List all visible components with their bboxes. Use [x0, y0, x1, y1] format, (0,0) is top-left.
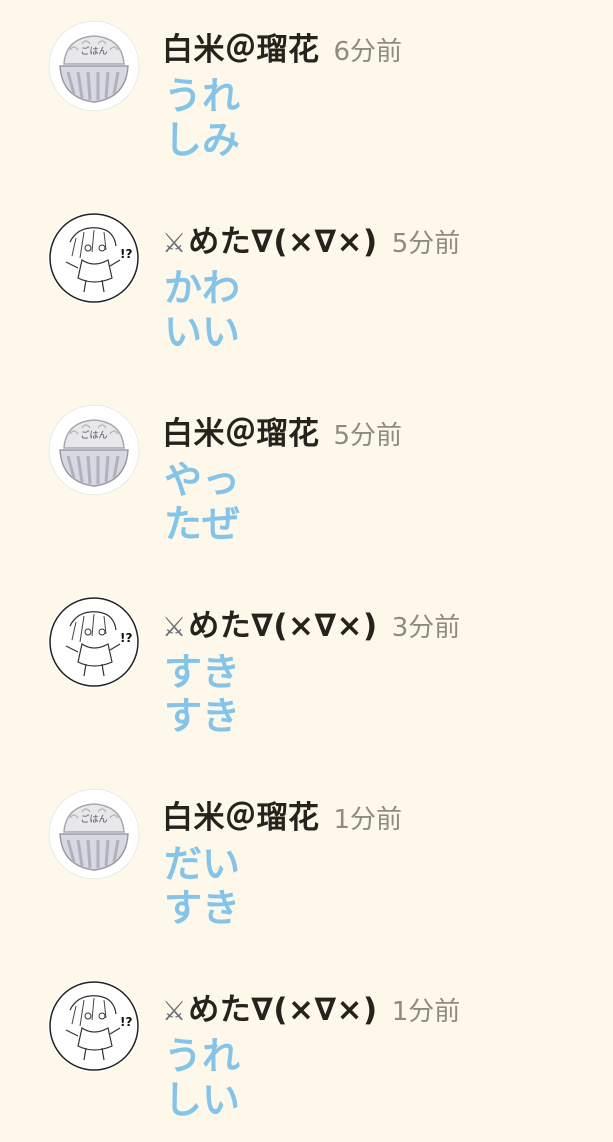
sketch-character-icon: !? — [49, 213, 139, 303]
username[interactable]: 白米＠瑠花 — [162, 800, 320, 836]
svg-text:ごはん: ごはん — [80, 429, 107, 441]
meta-sketch-avatar[interactable]: !? — [48, 596, 140, 688]
comment-text: すきすき — [164, 650, 241, 738]
comment-item: ごはん 白米＠瑠花 6分前 うれしみ — [0, 0, 613, 162]
meta-sketch-avatar[interactable]: !? — [48, 212, 140, 304]
comment-item: !? ⚔めた∇(×∇×) 3分前 すきすき — [0, 576, 613, 738]
comment-item: !? ⚔めた∇(×∇×) 1分前 うれしい — [0, 960, 613, 1122]
sketch-character-icon: !? — [49, 981, 139, 1071]
rice-bowl-avatar[interactable]: ごはん — [48, 20, 140, 112]
svg-text:ごはん: ごはん — [80, 45, 107, 57]
sketch-character-icon: !? — [49, 597, 139, 687]
username[interactable]: 白米＠瑠花 — [162, 416, 320, 452]
comment-text: だいすき — [164, 842, 241, 930]
svg-text:!?: !? — [120, 631, 132, 645]
comment-feed: ごはん 白米＠瑠花 6分前 うれしみ !? ⚔めた∇(×∇×) 5分前 かわいい… — [0, 0, 613, 1142]
username[interactable]: 白米＠瑠花 — [162, 32, 320, 68]
comment-header: 白米＠瑠花 1分前 — [162, 796, 402, 840]
username[interactable]: めた∇(×∇×) — [188, 608, 378, 644]
crossed-swords-icon: ⚔ — [162, 612, 187, 643]
comment-text: うれしみ — [164, 74, 241, 162]
comment-item: ごはん 白米＠瑠花 5分前 やったぜ — [0, 384, 613, 546]
rice-bowl-icon: ごはん — [48, 404, 140, 496]
crossed-swords-icon: ⚔ — [162, 228, 187, 259]
username[interactable]: めた∇(×∇×) — [188, 992, 378, 1028]
timestamp: 3分前 — [391, 613, 461, 643]
meta-sketch-avatar[interactable]: !? — [48, 980, 140, 1072]
comment-header: ⚔めた∇(×∇×) 3分前 — [162, 604, 460, 648]
comment-header: ⚔めた∇(×∇×) 5分前 — [162, 220, 460, 264]
timestamp: 5分前 — [333, 421, 403, 451]
timestamp: 5分前 — [391, 229, 461, 259]
comment-text: うれしい — [164, 1034, 241, 1122]
comment-item: ごはん 白米＠瑠花 1分前 だいすき — [0, 768, 613, 930]
svg-text:!?: !? — [120, 1015, 132, 1029]
svg-text:ごはん: ごはん — [80, 813, 107, 825]
comment-header: 白米＠瑠花 5分前 — [162, 412, 402, 456]
comment-text: かわいい — [164, 266, 241, 354]
comment-text: やったぜ — [164, 458, 241, 546]
comment-header: ⚔めた∇(×∇×) 1分前 — [162, 988, 460, 1032]
comment-item: !? ⚔めた∇(×∇×) 5分前 かわいい — [0, 192, 613, 354]
rice-bowl-avatar[interactable]: ごはん — [48, 404, 140, 496]
timestamp: 1分前 — [333, 805, 403, 835]
username[interactable]: めた∇(×∇×) — [188, 224, 378, 260]
rice-bowl-avatar[interactable]: ごはん — [48, 788, 140, 880]
svg-text:!?: !? — [120, 247, 132, 261]
timestamp: 1分前 — [391, 997, 461, 1027]
rice-bowl-icon: ごはん — [48, 20, 140, 112]
rice-bowl-icon: ごはん — [48, 788, 140, 880]
timestamp: 6分前 — [333, 37, 403, 67]
crossed-swords-icon: ⚔ — [162, 996, 187, 1027]
comment-header: 白米＠瑠花 6分前 — [162, 28, 402, 72]
